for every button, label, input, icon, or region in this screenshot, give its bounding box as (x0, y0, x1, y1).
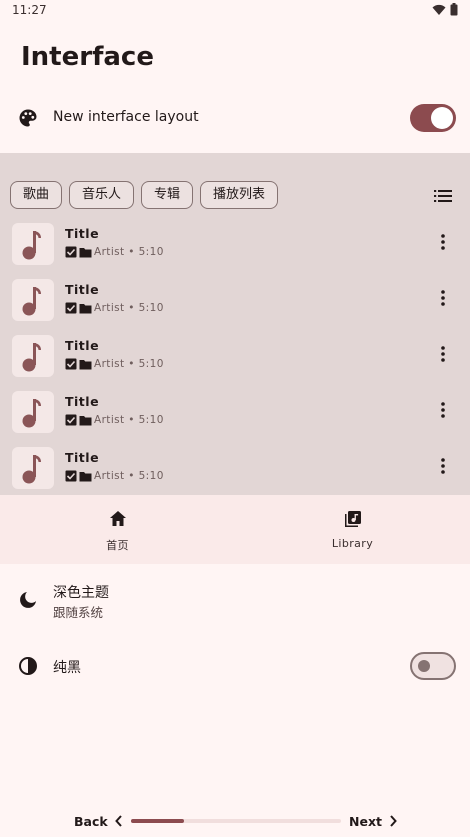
song-title: Title (65, 226, 100, 241)
dark-theme-value: 跟随系统 (53, 605, 104, 620)
song-meta: Artist • 5:10 (65, 470, 164, 482)
nav-label-home: 首页 (106, 539, 129, 552)
song-meta-text: Artist • 5:10 (94, 302, 164, 314)
dark-mode-icon (20, 592, 36, 608)
song-title: Title (65, 338, 100, 353)
song-meta: Artist • 5:10 (65, 302, 164, 314)
onboarding-pager: Back Next (0, 808, 470, 834)
song-title: Title (65, 394, 100, 409)
list-view-icon[interactable] (434, 189, 452, 203)
download-check-icon (65, 470, 77, 482)
song-thumbnail (12, 447, 54, 489)
folder-icon (79, 247, 92, 257)
song-meta: Artist • 5:10 (65, 414, 164, 426)
music-note-icon (22, 231, 41, 260)
home-icon (109, 511, 126, 526)
song-row[interactable]: Title Artist • 5:10 (0, 443, 470, 499)
setting-dark-theme[interactable]: 深色主题 跟随系统 (0, 575, 470, 625)
library-music-icon (344, 511, 361, 527)
song-row[interactable]: Title Artist • 5:10 (0, 387, 470, 443)
toggle-knob (431, 107, 453, 129)
more-vert-icon[interactable] (440, 289, 446, 307)
music-note-icon (22, 287, 41, 316)
song-meta: Artist • 5:10 (65, 246, 164, 258)
progress-track (131, 819, 341, 823)
song-title: Title (65, 450, 100, 465)
progress-fill (131, 819, 184, 823)
folder-icon (79, 471, 92, 481)
pure-black-label: 纯黑 (53, 660, 81, 676)
chip-artists[interactable]: 音乐人 (69, 181, 135, 209)
download-check-icon (65, 414, 77, 426)
toggle-knob (418, 660, 430, 672)
music-note-icon (22, 343, 41, 372)
chip-songs[interactable]: 歌曲 (10, 181, 63, 209)
status-time: 11:27 (12, 3, 47, 17)
song-meta-text: Artist • 5:10 (94, 246, 164, 258)
song-thumbnail (12, 335, 54, 377)
nav-label-library: Library (331, 537, 374, 550)
folder-icon (79, 359, 92, 369)
palette-icon (19, 109, 37, 127)
song-thumbnail (12, 223, 54, 265)
pure-black-toggle[interactable] (410, 652, 456, 680)
setting-pure-black[interactable]: 纯黑 (0, 646, 470, 686)
song-row[interactable]: Title Artist • 5:10 (0, 331, 470, 387)
song-row[interactable]: Title Artist • 5:10 (0, 219, 470, 275)
contrast-icon (19, 657, 37, 675)
song-row[interactable]: Title Artist • 5:10 (0, 275, 470, 331)
page-title: Interface (21, 42, 154, 72)
song-title: Title (65, 282, 100, 297)
nav-item-library[interactable]: Library (235, 495, 470, 564)
dark-theme-label: 深色主题 (53, 585, 109, 601)
song-thumbnail (12, 279, 54, 321)
back-button[interactable]: Back (74, 814, 108, 829)
battery-icon (450, 3, 458, 16)
more-vert-icon[interactable] (440, 233, 446, 251)
song-meta-text: Artist • 5:10 (94, 414, 164, 426)
chip-albums[interactable]: 专辑 (141, 181, 194, 209)
new-interface-layout-label: New interface layout (53, 109, 199, 125)
chip-playlists[interactable]: 播放列表 (200, 181, 279, 209)
more-vert-icon[interactable] (440, 457, 446, 475)
new-interface-layout-toggle[interactable] (410, 104, 456, 132)
download-check-icon (65, 246, 77, 258)
setting-new-interface-layout[interactable]: New interface layout (0, 98, 470, 138)
song-list: Title Artist • 5:10 Title Artist • 5:10 Titl… (0, 219, 470, 499)
status-icons (432, 3, 458, 16)
next-button[interactable]: Next (349, 814, 382, 829)
song-thumbnail (12, 391, 54, 433)
music-note-icon (22, 455, 41, 484)
layout-preview: 歌曲 音乐人 专辑 播放列表 Title Artist • 5:10 Title Ar… (0, 153, 470, 564)
bottom-nav: 首页 Library (0, 495, 470, 564)
nav-item-home[interactable]: 首页 (0, 495, 235, 564)
folder-icon (79, 415, 92, 425)
song-meta-text: Artist • 5:10 (94, 470, 164, 482)
filter-chips: 歌曲 音乐人 专辑 播放列表 (10, 181, 279, 209)
download-check-icon (65, 358, 77, 370)
download-check-icon (65, 302, 77, 314)
chevron-left-icon[interactable] (114, 814, 124, 828)
status-bar: 11:27 (0, 0, 470, 22)
music-note-icon (22, 399, 41, 428)
more-vert-icon[interactable] (440, 345, 446, 363)
more-vert-icon[interactable] (440, 401, 446, 419)
wifi-icon (432, 4, 446, 15)
chevron-right-icon[interactable] (388, 814, 398, 828)
song-meta: Artist • 5:10 (65, 358, 164, 370)
folder-icon (79, 303, 92, 313)
song-meta-text: Artist • 5:10 (94, 358, 164, 370)
